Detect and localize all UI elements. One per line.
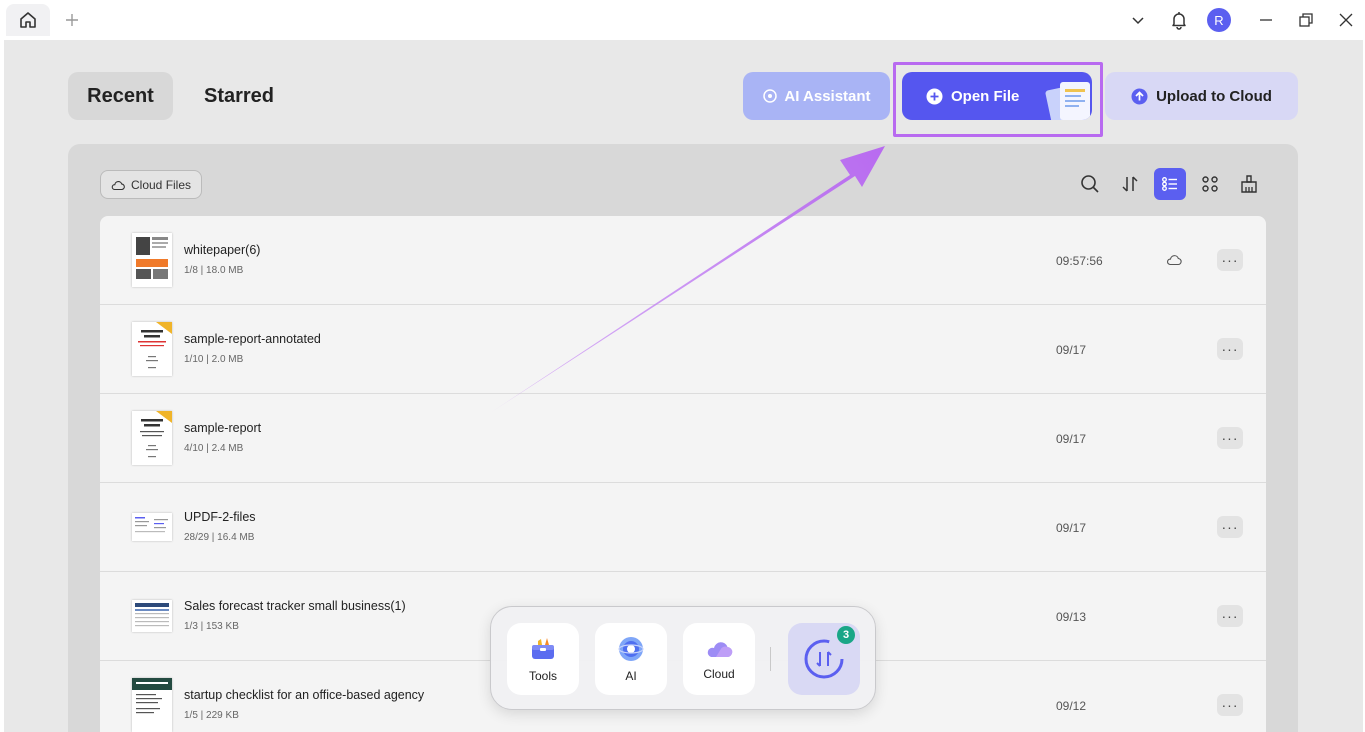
title-bar: R	[0, 0, 1365, 40]
file-meta: 1/3 | 153 KB	[184, 621, 239, 632]
restore-icon	[1299, 13, 1313, 27]
dock-tools-button[interactable]: Tools	[507, 623, 579, 695]
ai-orb-icon	[618, 637, 644, 661]
file-name: whitepaper(6)	[184, 243, 261, 257]
file-thumbnail	[132, 411, 172, 465]
file-row[interactable]: whitepaper(6) 1/8 | 18.0 MB 09:57:56 ···	[100, 216, 1266, 305]
ai-assistant-button[interactable]: AI Assistant	[743, 72, 890, 120]
file-thumbnail	[132, 513, 172, 541]
file-time: 09/17	[1056, 521, 1087, 535]
more-options-button[interactable]: ···	[1217, 249, 1243, 271]
more-options-button[interactable]: ···	[1217, 694, 1243, 716]
home-tab[interactable]	[6, 4, 50, 36]
file-meta: 4/10 | 2.4 MB	[184, 443, 244, 454]
sync-badge: 3	[837, 626, 855, 644]
file-name: startup checklist for an office-based ag…	[184, 688, 425, 702]
minimize-button[interactable]	[1246, 4, 1286, 36]
bottom-dock: Tools AI Cloud 3	[490, 606, 876, 710]
new-tab-button[interactable]	[52, 4, 92, 36]
cloud-files-filter[interactable]: Cloud Files	[100, 170, 203, 199]
file-time: 09:57:56	[1056, 254, 1103, 268]
more-options-button[interactable]: ···	[1217, 427, 1243, 449]
file-meta: 28/29 | 16.4 MB	[184, 532, 255, 543]
dock-sync-button[interactable]: 3	[788, 623, 860, 695]
sort-icon	[1122, 176, 1138, 192]
chevron-down-icon	[1132, 17, 1144, 25]
file-name: UPDF-2-files	[184, 510, 256, 524]
broom-icon	[1241, 175, 1257, 193]
file-time: 09/13	[1056, 610, 1087, 624]
search-icon	[1081, 175, 1099, 193]
list-view-icon	[1162, 177, 1177, 191]
home-icon	[20, 12, 36, 28]
file-thumbnail	[132, 233, 172, 287]
grid-view-button[interactable]	[1194, 168, 1226, 200]
dropdown-button[interactable]	[1118, 4, 1158, 36]
file-time: 09/17	[1056, 432, 1087, 446]
avatar[interactable]: R	[1207, 8, 1231, 32]
file-name: Sales forecast tracker small business(1)	[184, 599, 406, 613]
tab-starred[interactable]: Starred	[186, 72, 292, 120]
file-meta: 1/8 | 18.0 MB	[184, 265, 244, 276]
file-meta: 1/5 | 229 KB	[184, 710, 239, 721]
toolbox-icon	[532, 638, 554, 659]
upload-icon	[1131, 88, 1148, 104]
plus-icon	[66, 14, 78, 26]
minimize-icon	[1260, 19, 1272, 21]
file-name: sample-report	[184, 421, 262, 435]
list-view-button[interactable]	[1154, 168, 1186, 200]
file-row[interactable]: UPDF-2-files 28/29 | 16.4 MB 09/17 ···	[100, 483, 1266, 572]
grid-view-icon	[1202, 176, 1218, 192]
dock-ai-button[interactable]: AI	[595, 623, 667, 695]
bell-icon	[1172, 12, 1186, 30]
dock-cloud-label: Cloud	[703, 667, 735, 681]
file-thumbnail	[132, 322, 172, 376]
dock-divider	[770, 647, 771, 671]
sync-icon	[804, 639, 844, 679]
dock-ai-label: AI	[625, 669, 637, 683]
notifications-button[interactable]	[1159, 4, 1199, 36]
restore-button[interactable]	[1286, 4, 1326, 36]
file-time: 09/17	[1056, 343, 1087, 357]
tab-recent[interactable]: Recent	[68, 72, 173, 120]
file-name: sample-report-annotated	[184, 332, 321, 346]
upload-to-cloud-button[interactable]: Upload to Cloud	[1105, 72, 1298, 120]
file-thumbnail	[132, 678, 172, 732]
more-options-button[interactable]: ···	[1217, 516, 1243, 538]
cloud-icon	[111, 180, 125, 190]
file-time: 09/12	[1056, 699, 1087, 713]
dock-cloud-button[interactable]: Cloud	[683, 623, 755, 695]
close-button[interactable]	[1326, 4, 1365, 36]
more-options-button[interactable]: ···	[1217, 605, 1243, 627]
cloud-synced-icon	[1167, 255, 1182, 266]
sort-button[interactable]	[1114, 168, 1146, 200]
cloud-icon	[707, 642, 733, 658]
close-icon	[1339, 13, 1353, 27]
file-meta: 1/10 | 2.0 MB	[184, 354, 244, 365]
search-button[interactable]	[1074, 168, 1106, 200]
open-file-highlight	[893, 62, 1103, 137]
more-options-button[interactable]: ···	[1217, 338, 1243, 360]
ai-assistant-label: AI Assistant	[784, 87, 871, 105]
file-row[interactable]: sample-report 4/10 | 2.4 MB 09/17 ···	[100, 394, 1266, 483]
file-row[interactable]: sample-report-annotated 1/10 | 2.0 MB 09…	[100, 305, 1266, 394]
upload-to-cloud-label: Upload to Cloud	[1156, 87, 1272, 105]
cloud-files-label: Cloud Files	[131, 177, 192, 192]
clear-button[interactable]	[1233, 168, 1265, 200]
ai-assistant-icon	[763, 89, 778, 103]
dock-tools-label: Tools	[528, 669, 557, 683]
file-thumbnail	[132, 600, 172, 632]
